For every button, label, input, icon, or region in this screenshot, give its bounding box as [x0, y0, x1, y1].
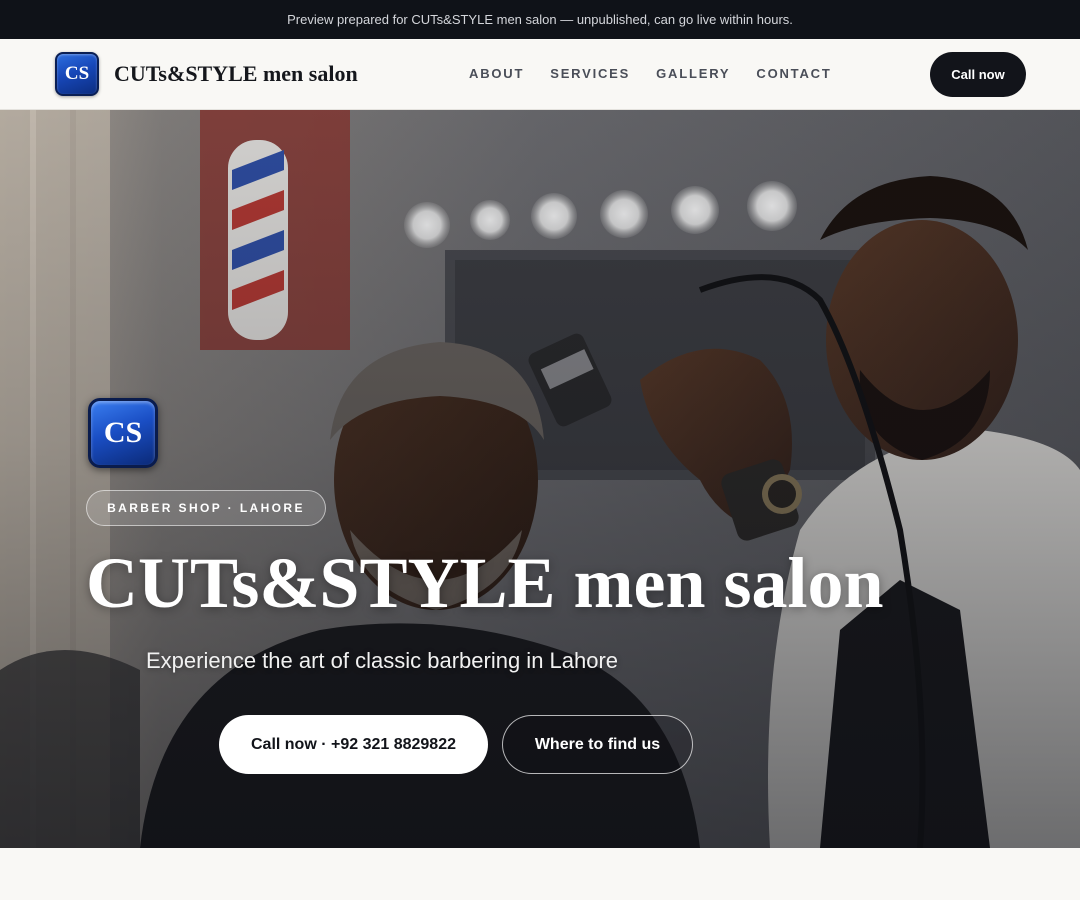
find-us-button[interactable]: Where to find us	[502, 715, 693, 774]
next-section	[0, 848, 1080, 900]
brand-name[interactable]: CUTs&STYLE men salon	[114, 61, 358, 87]
brand-logo-icon[interactable]: CS	[55, 52, 99, 96]
site-header: CS CUTs&STYLE men salon ABOUT SERVICES G…	[0, 39, 1080, 110]
main-nav: ABOUT SERVICES GALLERY CONTACT	[469, 66, 832, 81]
hero-title: CUTs&STYLE men salon	[86, 543, 884, 623]
announcement-bar: Preview prepared for CUTs&STYLE men salo…	[0, 0, 1080, 39]
call-now-button[interactable]: Call now · +92 321 8829822	[219, 715, 488, 774]
nav-link-gallery[interactable]: GALLERY	[656, 66, 730, 81]
hero-section: CS BARBER SHOP · LAHORE CUTs&STYLE men s…	[0, 110, 1080, 848]
nav-link-about[interactable]: ABOUT	[469, 66, 524, 81]
hero-subtitle: Experience the art of classic barbering …	[146, 648, 619, 673]
announcement-text: Preview prepared for CUTs&STYLE men salo…	[287, 12, 793, 27]
nav-link-contact[interactable]: CONTACT	[756, 66, 831, 81]
location-badge: BARBER SHOP · LAHORE	[86, 490, 326, 526]
hero-logo-icon: CS	[88, 398, 158, 468]
header-call-button[interactable]: Call now	[930, 52, 1026, 97]
nav-link-services[interactable]: SERVICES	[550, 66, 630, 81]
